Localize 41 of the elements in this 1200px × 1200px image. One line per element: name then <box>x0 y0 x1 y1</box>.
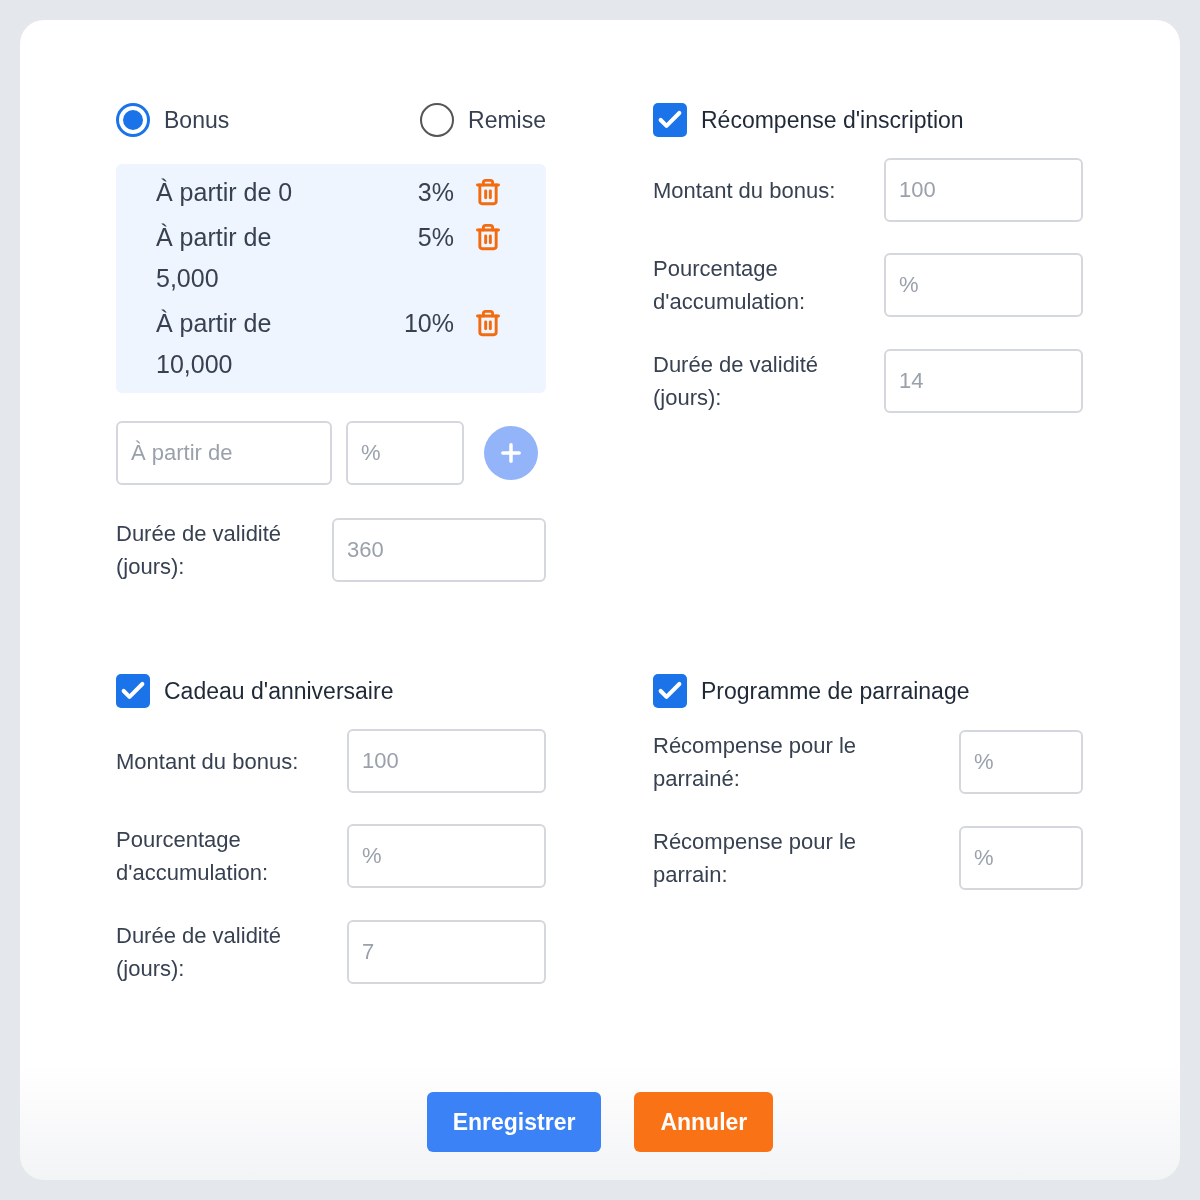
tier-threshold: À partir de 5,000 <box>156 222 273 294</box>
radio-button[interactable] <box>116 103 150 137</box>
input-field[interactable]: 14 <box>884 349 1083 413</box>
input-field[interactable]: % <box>959 730 1083 794</box>
save-button[interactable]: Enregistrer <box>426 1092 602 1152</box>
trash-icon[interactable] <box>474 309 502 337</box>
checkbox[interactable] <box>653 674 687 708</box>
tier-percent: 5% <box>417 222 454 253</box>
section-title: Programme de parrainage <box>701 676 970 706</box>
radio-button[interactable] <box>420 103 455 137</box>
tier-percent: 10% <box>403 308 454 339</box>
section-title: Récompense d'inscription <box>701 105 964 135</box>
input-field[interactable]: 100 <box>347 729 546 793</box>
tier-percent: 3% <box>417 177 454 208</box>
radio-label: Remise <box>468 105 546 135</box>
field-label: Pourcentage d'accumulation: <box>116 826 270 887</box>
field-label: Récompense pour le parrainé: <box>653 732 857 793</box>
trash-icon[interactable] <box>474 223 502 251</box>
radio-label: Bonus <box>164 105 230 135</box>
checkbox[interactable] <box>653 103 687 137</box>
field-label: Durée de validité (jours): <box>653 351 820 412</box>
field-label: Montant du bonus: <box>116 747 300 776</box>
section-title: Cadeau d'anniversaire <box>164 676 394 706</box>
tier-threshold: À partir de 0 <box>156 177 294 208</box>
cancel-button[interactable]: Annuler <box>634 1092 774 1152</box>
field-label: Récompense pour le parrain: <box>653 828 857 889</box>
checkbox[interactable] <box>116 674 150 708</box>
tier-threshold: À partir de 10,000 <box>156 308 273 380</box>
input-field[interactable]: 360 <box>332 518 546 582</box>
input-field[interactable]: % <box>346 421 464 485</box>
input-field[interactable]: % <box>347 824 546 888</box>
field-label: Durée de validité (jours): <box>116 922 283 983</box>
field-label: Pourcentage d'accumulation: <box>653 255 807 316</box>
input-field[interactable]: À partir de <box>116 421 332 485</box>
input-field[interactable]: 100 <box>884 158 1083 222</box>
input-field[interactable]: 7 <box>347 920 546 984</box>
input-field[interactable]: % <box>959 826 1083 890</box>
trash-icon[interactable] <box>474 178 502 206</box>
input-field[interactable]: % <box>884 253 1083 317</box>
field-label: Montant du bonus: <box>653 176 837 205</box>
field-label: Durée de validité (jours): <box>116 520 283 581</box>
